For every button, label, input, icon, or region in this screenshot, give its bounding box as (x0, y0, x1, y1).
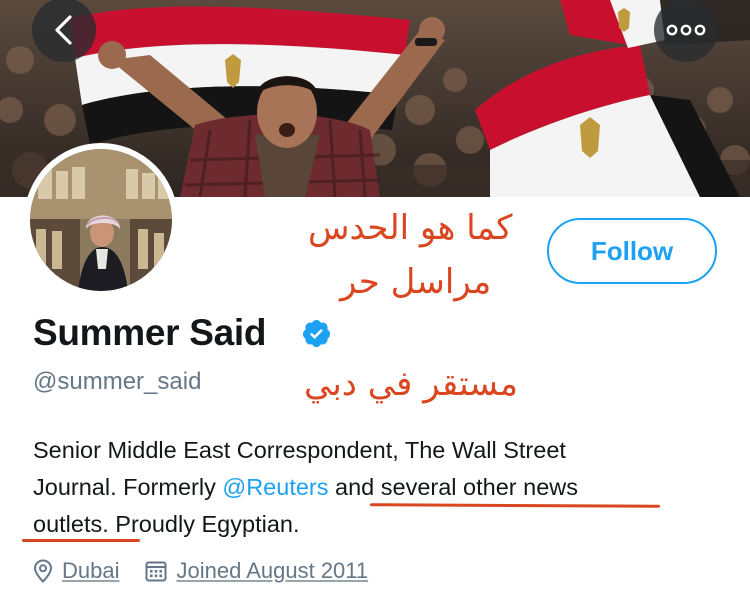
calendar-icon (145, 560, 167, 582)
chevron-left-icon (55, 15, 72, 45)
annotation-underline (22, 539, 140, 542)
verified-badge-icon (302, 319, 331, 348)
more-options-button[interactable] (654, 0, 718, 62)
location-link[interactable]: Dubai (33, 558, 119, 584)
more-horizontal-icon (666, 24, 706, 36)
back-button[interactable] (32, 0, 96, 62)
location-text: Dubai (62, 558, 120, 583)
bio-text: Journal. Formerly (33, 474, 223, 500)
joined-date[interactable]: Joined August 2011 (145, 558, 368, 584)
location-pin-icon (33, 559, 53, 583)
bio-line: Senior Middle East Correspondent, The Wa… (33, 437, 566, 463)
avatar-image (30, 149, 172, 291)
display-name: Summer Said (33, 312, 267, 353)
username-handle: @summer_said (33, 368, 202, 395)
profile-bio: Senior Middle East Correspondent, The Wa… (33, 432, 733, 543)
bio-line: Journal. Formerly @Reuters and several o… (33, 469, 733, 506)
profile-meta: Dubai Joined August 2011 (33, 556, 368, 586)
joined-text: Joined August 2011 (176, 558, 369, 583)
annotation-arabic-2: مراسل حر (340, 262, 492, 302)
annotation-arabic-3: مستقر في دبي (304, 364, 518, 404)
annotation-arabic-1: كما هو الحدس (308, 208, 513, 248)
bio-text: and several other news (328, 474, 579, 500)
follow-button[interactable]: Follow (547, 218, 717, 284)
profile-avatar[interactable] (24, 143, 178, 297)
reuters-mention-link[interactable]: @Reuters (222, 474, 328, 500)
bio-line: outlets. Proudly Egyptian. (33, 511, 300, 537)
